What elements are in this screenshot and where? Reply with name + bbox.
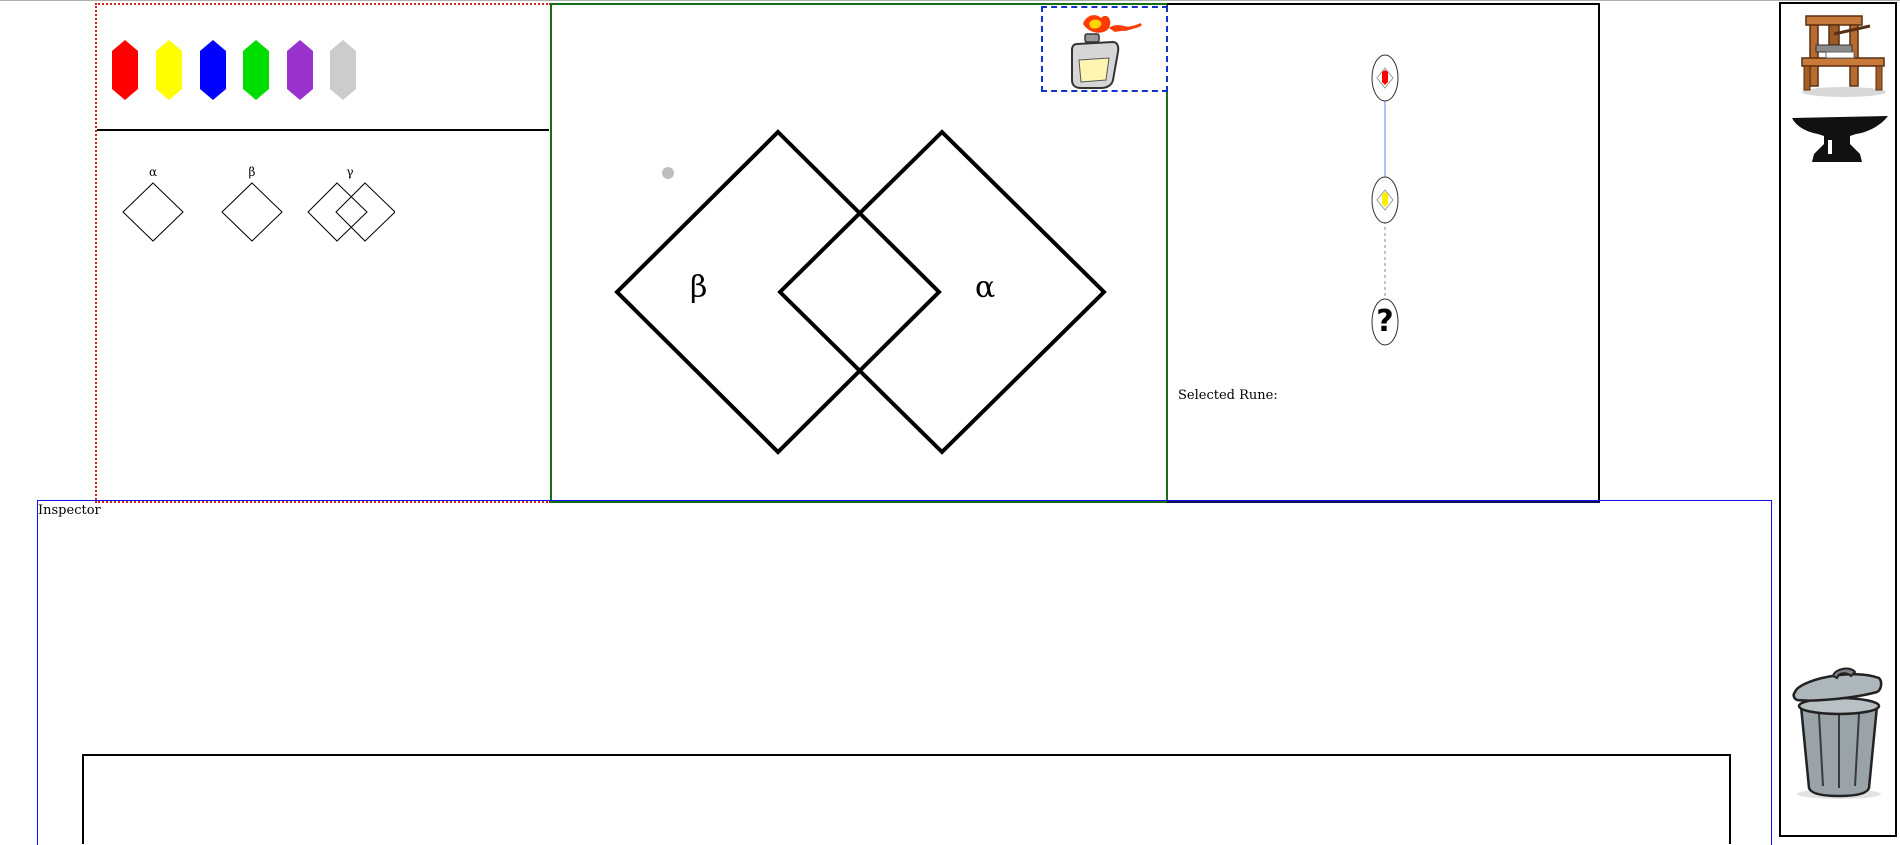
chain-node-red[interactable] (1371, 54, 1399, 102)
trash-can-icon[interactable] (1785, 664, 1893, 800)
unknown-rune-question-mark: ? (1376, 304, 1394, 339)
palette-divider (97, 129, 549, 131)
selected-rune-label: Selected Rune: (1178, 388, 1278, 403)
editor-beta-label: β (690, 270, 708, 305)
top-border (0, 0, 1900, 1)
rune-template-gamma[interactable]: γ (305, 165, 395, 245)
inspector-content-box[interactable] (82, 754, 1731, 844)
gem-green[interactable] (241, 39, 271, 101)
gem-red[interactable] (110, 39, 140, 101)
gem-blue[interactable] (198, 39, 228, 101)
anvil-icon[interactable] (1790, 114, 1890, 166)
rune-beta-diamond (221, 182, 283, 242)
burner-icon (1071, 15, 1143, 89)
rune-template-beta[interactable]: β (207, 165, 297, 245)
printing-press-icon[interactable] (1796, 12, 1888, 98)
gem-purple[interactable] (285, 39, 315, 101)
gem-yellow[interactable] (154, 39, 184, 101)
chain-node-yellow[interactable] (1371, 176, 1399, 224)
editor-alpha-label: α (975, 270, 996, 305)
cursor-dot (662, 167, 674, 179)
rune-template-alpha[interactable]: α (108, 165, 198, 245)
burner-button[interactable] (1041, 6, 1168, 92)
inspector-title: Inspector (38, 503, 101, 518)
rune-gamma-diamond (307, 182, 395, 242)
rune-alpha-diamond (122, 182, 184, 242)
gem-gray[interactable] (328, 39, 358, 101)
